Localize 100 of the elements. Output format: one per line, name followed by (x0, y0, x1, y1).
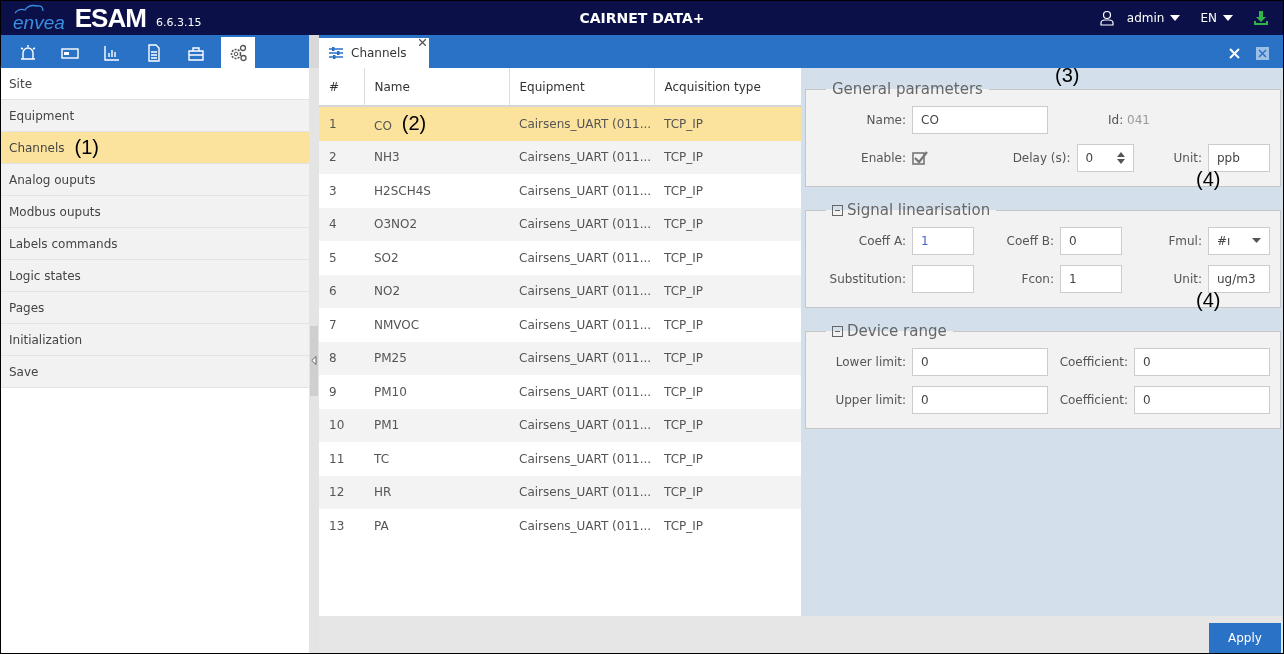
sidebar-item[interactable]: Logic states (1, 260, 309, 292)
table-cell: 5 (329, 250, 337, 265)
table-cell: TCP_IP (664, 485, 704, 500)
table-row[interactable]: 6 NO2 Cairsens_UART (011... TCP_IP (319, 274, 801, 308)
section-title: Device range (826, 322, 953, 340)
table-row[interactable]: 5 SO2 Cairsens_UART (011... TCP_IP (319, 241, 801, 275)
input-field[interactable]: 0 (1060, 227, 1122, 255)
gears-icon (228, 42, 248, 63)
sidebar-item[interactable]: Modbus ouputs (1, 196, 309, 228)
table-row[interactable]: 3 H2SCH4S Cairsens_UART (011... TCP_IP (319, 174, 801, 208)
table-row[interactable]: 8 PM25 Cairsens_UART (011... TCP_IP (319, 341, 801, 375)
table-cell: Cairsens_UART (011... (519, 418, 652, 433)
input-field[interactable]: 0 (1134, 348, 1270, 376)
input-field[interactable]: 1 (1060, 265, 1122, 293)
close-icon[interactable] (419, 39, 426, 46)
brand-name: envea (13, 14, 65, 32)
download-icon[interactable] (1253, 10, 1269, 26)
channels-tab[interactable]: Channels (319, 38, 429, 68)
chart-icon (102, 43, 122, 63)
table-cell: NO2 (374, 284, 401, 299)
table-cell: Cairsens_UART (011... (519, 485, 652, 500)
user-menu[interactable]: admin (1126, 11, 1181, 25)
maximize-icon[interactable] (1256, 47, 1269, 60)
table-row[interactable]: 11 TC Cairsens_UART (011... TCP_IP (319, 442, 801, 476)
table-cell: 1 (329, 116, 337, 131)
checkbox[interactable] (912, 150, 928, 166)
table-cell: Cairsens_UART (011... (519, 250, 652, 265)
sidebar-item[interactable]: Initialization (1, 324, 309, 356)
table-cell: TCP_IP (664, 250, 704, 265)
language-menu[interactable]: EN (1200, 11, 1233, 25)
table-row[interactable]: 2 NH3 Cairsens_UART (011... TCP_IP (319, 140, 801, 174)
table-cell: TCP_IP (664, 317, 704, 332)
table-cell: 6 (329, 284, 337, 299)
table-cell: Cairsens_UART (011... (519, 284, 652, 299)
table-cell: PM10 (374, 384, 407, 399)
input-field[interactable]: 1 (912, 227, 974, 255)
input-field[interactable]: ug/m3 (1208, 265, 1270, 293)
sidebar-item[interactable]: Labels commands (1, 228, 309, 260)
dropdown[interactable]: #ı (1208, 227, 1270, 255)
input-field[interactable]: ppb (1208, 144, 1270, 172)
field-label: Coeff A: (857, 234, 907, 248)
collapse-icon[interactable] (832, 204, 843, 216)
collapse-icon[interactable] (311, 356, 317, 365)
field-label: Unit: (1172, 272, 1203, 286)
table-cell: TCP_IP (664, 116, 704, 131)
table-row[interactable]: 13 PA Cairsens_UART (011... TCP_IP (319, 509, 801, 543)
callout-number: (3) (1055, 68, 1080, 87)
table-cell: 7 (329, 317, 337, 332)
table-cell: 12 (329, 485, 345, 500)
table-cell: 2 (329, 150, 337, 165)
table-cell: PM25 (374, 351, 407, 366)
app-title: CAIRNET DATA+ (578, 10, 706, 26)
table-cell: TCP_IP (664, 183, 704, 198)
field-label: Unit: (1173, 151, 1203, 165)
table-cell: Cairsens_UART (011... (519, 317, 652, 332)
table-row[interactable]: 7 NMVOC Cairsens_UART (011... TCP_IP (319, 308, 801, 342)
field-label: Upper limit: (834, 393, 907, 407)
field-label: Name: (865, 113, 907, 127)
alarm-icon (18, 43, 38, 63)
table-cell: 11 (329, 451, 345, 466)
settings-button[interactable] (221, 37, 255, 68)
table-cell: 13 (329, 518, 345, 533)
sidebar-item[interactable]: Channels (1) (1, 132, 309, 164)
sidebar-item[interactable]: Save (1, 356, 309, 388)
field-label: Coefficient: (1058, 355, 1129, 369)
sidebar-item[interactable]: Pages (1, 292, 309, 324)
table-cell: Cairsens_UART (011... (519, 150, 652, 165)
sidebar-item[interactable]: Analog ouputs (1, 164, 309, 196)
number-field[interactable]: 0 (1076, 144, 1134, 172)
field-label: Fmul: (1167, 234, 1203, 248)
input-field[interactable]: CO (912, 106, 1048, 134)
callout-number: (1) (74, 136, 99, 159)
table-cell: PA (374, 518, 389, 533)
table-row[interactable]: 4 O3NO2 Cairsens_UART (011... TCP_IP (319, 207, 801, 241)
table-row[interactable]: 1 CO (2) Cairsens_UART (011... TCP_IP (319, 106, 801, 141)
sidebar-item[interactable]: Equipment (1, 100, 309, 132)
collapse-icon[interactable] (832, 325, 843, 337)
table-row[interactable]: 9 PM10 Cairsens_UART (011... TCP_IP (319, 375, 801, 409)
spinner-icon[interactable] (1116, 152, 1125, 164)
table-cell: Cairsens_UART (011... (519, 183, 652, 198)
version-label: 6.6.3.15 (155, 15, 202, 29)
input-field[interactable]: 0 (912, 386, 1048, 414)
table-row[interactable]: 10 PM1 Cairsens_UART (011... TCP_IP (319, 408, 801, 442)
table-cell: TCP_IP (664, 384, 704, 399)
table-cell: Cairsens_UART (011... (519, 351, 652, 366)
table-cell: TCP_IP (664, 418, 704, 433)
table-cell: TCP_IP (664, 284, 704, 299)
table-cell: SO2 (374, 250, 399, 265)
field-label: Substitution: (828, 272, 907, 286)
table-cell: TCP_IP (664, 150, 704, 165)
input-field[interactable]: 0 (1134, 386, 1270, 414)
table-cell: 3 (329, 183, 337, 198)
table-cell: TCP_IP (664, 451, 704, 466)
field-label: Id: 041 (1108, 113, 1151, 127)
field-label: Lower limit: (834, 355, 907, 369)
input-field[interactable] (912, 265, 974, 293)
field-label: Enable: (860, 151, 907, 165)
apply-button[interactable]: Apply (1209, 623, 1281, 653)
table-row[interactable]: 12 HR Cairsens_UART (011... TCP_IP (319, 475, 801, 509)
input-field[interactable]: 0 (912, 348, 1048, 376)
